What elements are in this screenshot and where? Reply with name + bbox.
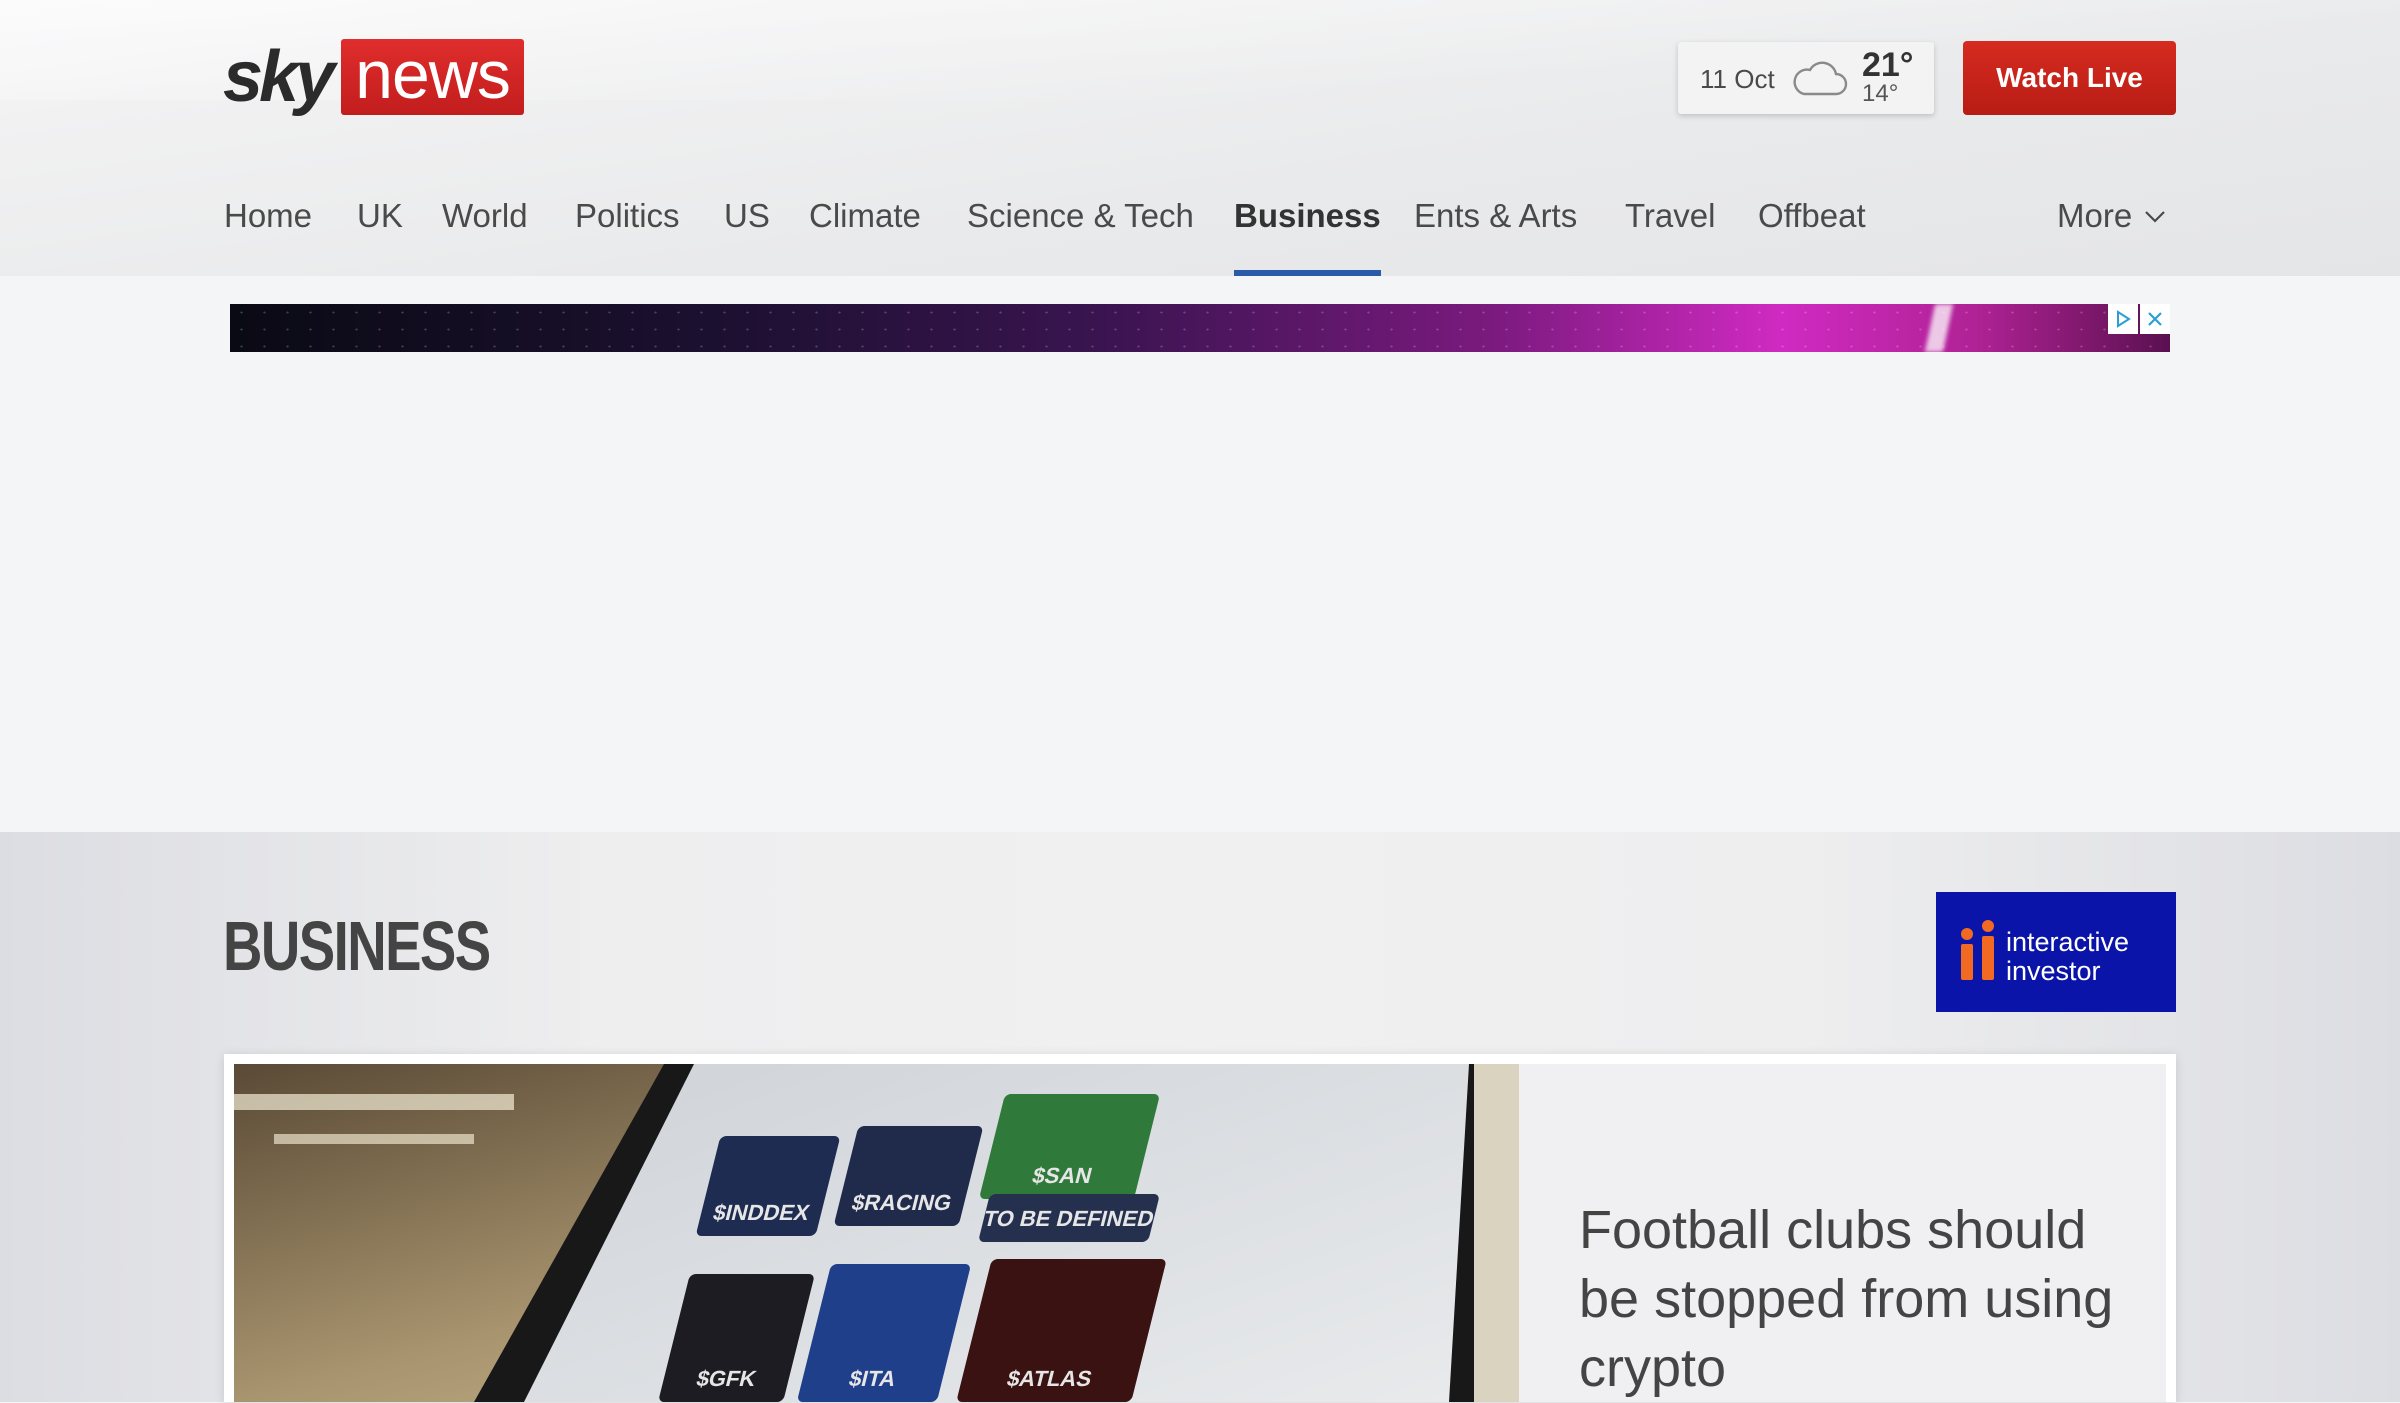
nav-item-world[interactable]: World: [442, 190, 528, 276]
nav-item-climate[interactable]: Climate: [809, 190, 921, 276]
weather-widget[interactable]: 11 Oct 21° 14°: [1678, 42, 1934, 114]
ad-stars: [230, 304, 2170, 352]
token-card-label: $ITA: [846, 1366, 899, 1391]
nav-item-us[interactable]: US: [724, 190, 770, 276]
nav-item-uk[interactable]: UK: [357, 190, 403, 276]
nav-item-offbeat[interactable]: Offbeat: [1758, 190, 1866, 276]
watch-live-button[interactable]: Watch Live: [1963, 41, 2176, 115]
adchoices-icon[interactable]: [2108, 304, 2138, 334]
nav-item-politics[interactable]: Politics: [575, 190, 680, 276]
logo-sky-text: sky: [223, 37, 335, 117]
token-card-label: $INDDEX: [710, 1200, 813, 1225]
token-card: $RACING: [833, 1126, 984, 1226]
cloud-icon: [1793, 61, 1848, 96]
token-card-label: $GFK: [693, 1366, 759, 1391]
sponsor-line-2: investor: [2006, 956, 2101, 986]
lead-story-headline[interactable]: Football clubs should be stopped from us…: [1579, 1196, 2139, 1403]
token-card: $SAN: [978, 1094, 1161, 1199]
close-icon[interactable]: [2140, 304, 2170, 334]
token-card-label: $SAN: [1029, 1163, 1095, 1188]
interactive-investor-mark-icon: [1961, 920, 1994, 980]
nav-item-travel[interactable]: Travel: [1625, 190, 1715, 276]
section-title: BUSINESS: [223, 907, 491, 985]
token-card-label: TO BE DEFINED: [980, 1206, 1157, 1231]
token-card: TO BE DEFINED: [978, 1194, 1160, 1242]
nav-more-label: More: [2057, 197, 2133, 234]
sponsor-text: interactive investor: [2006, 928, 2129, 986]
logo-news-text: news: [341, 39, 524, 115]
weather-date: 11 Oct: [1700, 64, 1775, 94]
sponsor-logo[interactable]: interactive investor: [1936, 892, 2176, 1012]
sponsor-line-1: interactive: [2006, 927, 2130, 957]
nav-item-business[interactable]: Business: [1234, 190, 1381, 276]
ad-banner[interactable]: [230, 304, 2170, 352]
ad-slot: [0, 276, 2400, 832]
weather-low-temp: 14°: [1862, 80, 1899, 107]
nav-more-button[interactable]: More: [2057, 190, 2166, 242]
ad-controls: [2106, 304, 2170, 334]
nav-item-home[interactable]: Home: [224, 190, 312, 276]
token-card-label: $ATLAS: [1004, 1366, 1095, 1391]
nav-item-ents-arts[interactable]: Ents & Arts: [1414, 190, 1577, 276]
token-card: $ATLAS: [956, 1259, 1167, 1402]
nav-item-science-tech[interactable]: Science & Tech: [967, 190, 1194, 276]
token-card-label: $RACING: [849, 1190, 955, 1215]
sky-news-logo[interactable]: sky news: [223, 38, 524, 116]
token-card: $INDDEX: [695, 1136, 841, 1236]
chevron-down-icon: [2145, 211, 2165, 223]
